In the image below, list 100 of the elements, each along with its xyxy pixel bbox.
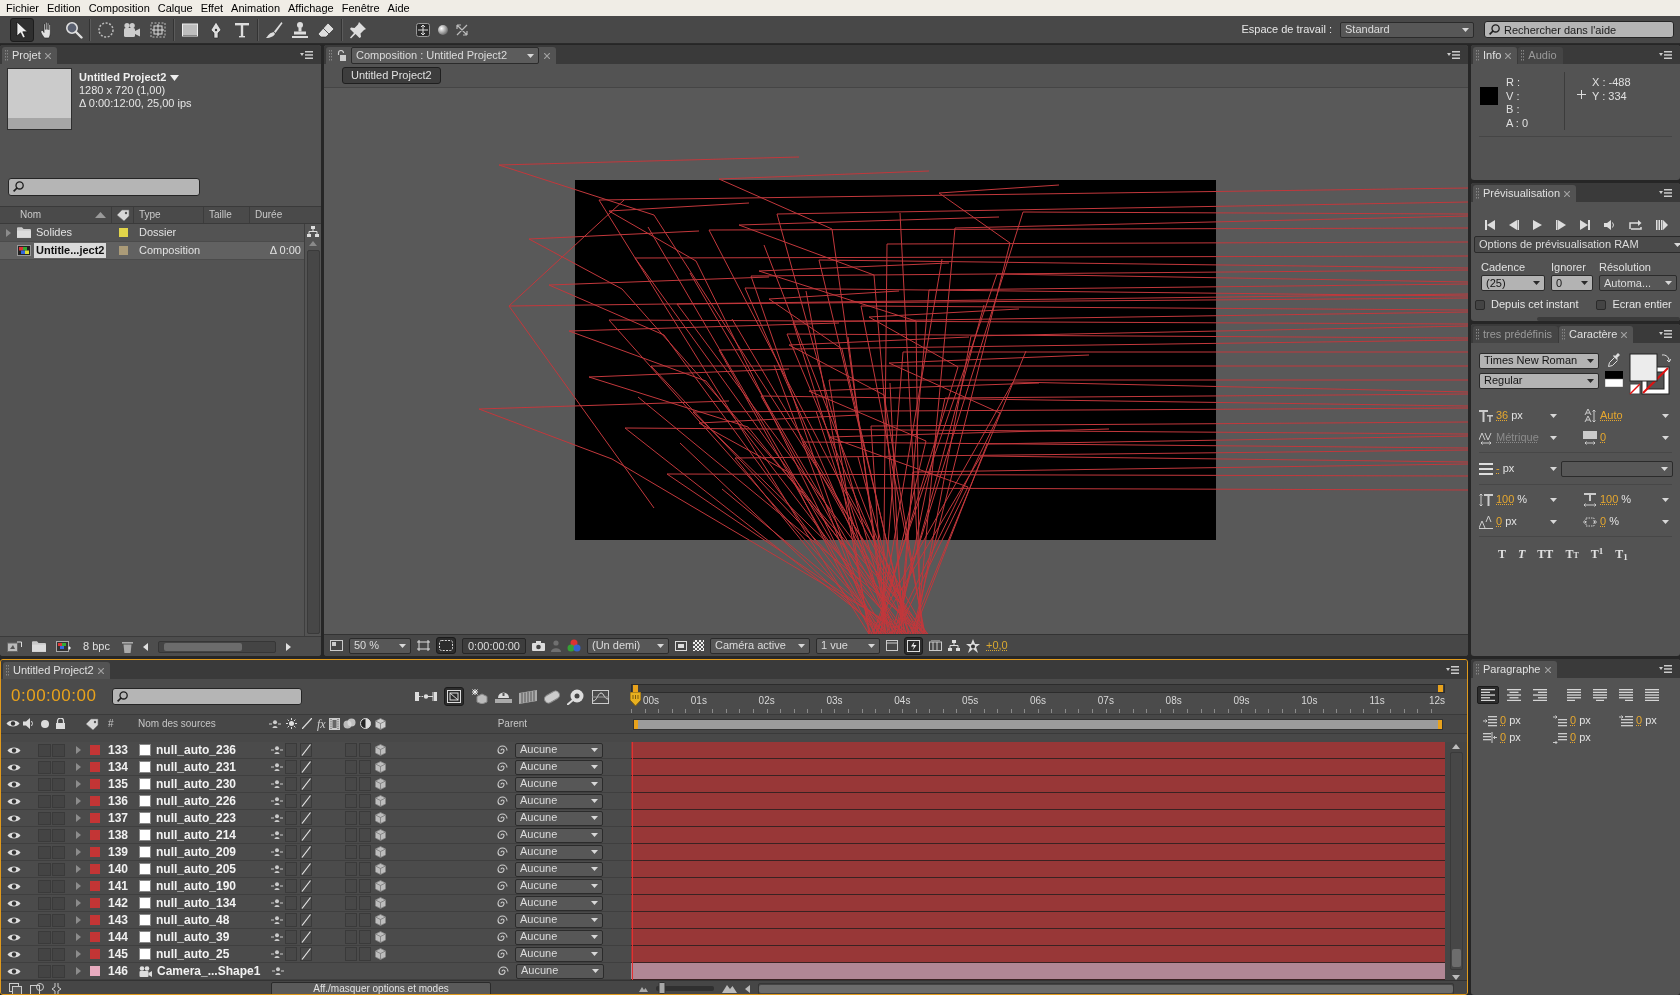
grip-icon[interactable] [1476, 50, 1479, 61]
text-style-button[interactable]: T [1515, 547, 1529, 561]
menu-item[interactable]: Calque [153, 0, 197, 16]
skip-dropdown[interactable]: 0 [1551, 275, 1593, 292]
font-family-dropdown[interactable]: Times New Roman [1479, 353, 1599, 369]
layer-name[interactable]: null_auto_230 [156, 776, 268, 792]
dome-icon[interactable] [495, 690, 512, 703]
eye-icon[interactable] [7, 762, 21, 772]
checkerboard-icon[interactable] [693, 640, 704, 651]
eye-icon[interactable] [7, 864, 21, 874]
pick-whip-icon[interactable] [497, 948, 508, 960]
pick-whip-icon[interactable] [497, 914, 508, 926]
new-folder-icon[interactable] [32, 641, 46, 652]
parent-dropdown[interactable]: Aucune [515, 861, 603, 877]
slash-icon[interactable] [302, 718, 312, 730]
timecode-field[interactable]: 0:00:00:00 [462, 637, 526, 654]
slider-thumb[interactable] [658, 982, 666, 994]
shy-icon[interactable] [271, 797, 283, 805]
scroll-up-icon[interactable] [1452, 744, 1460, 749]
column-header[interactable]: Parent [497, 718, 528, 730]
panel-tab[interactable]: Info [1473, 47, 1518, 64]
cube-icon[interactable] [375, 897, 386, 909]
pick-whip-icon[interactable] [497, 829, 508, 841]
parent-dropdown[interactable]: Aucune [515, 878, 603, 894]
menu-item[interactable]: Composition [84, 0, 154, 16]
expand-triangle-icon[interactable] [76, 831, 81, 839]
pick-whip-icon[interactable] [497, 795, 508, 807]
loop-icon[interactable] [1629, 220, 1642, 231]
column-header[interactable]: Durée [250, 207, 321, 223]
parent-dropdown[interactable]: Aucune [515, 742, 603, 758]
overlapping-circles-icon[interactable] [342, 718, 356, 730]
views-dropdown[interactable]: 1 vue [816, 637, 880, 654]
trash-icon[interactable] [121, 640, 133, 653]
exposure-value[interactable]: +0,0 [986, 638, 1008, 653]
fast-previews-button[interactable] [904, 636, 923, 655]
parent-dropdown[interactable]: Aucune [515, 810, 603, 826]
parent-dropdown[interactable]: Aucune [515, 895, 603, 911]
small-mountain-icon[interactable] [639, 985, 648, 992]
text-style-button[interactable]: TT [1534, 547, 1557, 561]
panel-menu-icon[interactable] [1659, 188, 1672, 197]
lock-icon[interactable] [56, 718, 65, 730]
menu-item[interactable]: Affichage [284, 0, 338, 16]
horizontal-scrollbar[interactable] [758, 982, 1454, 994]
layer-name[interactable]: null_auto_39 [156, 929, 268, 945]
skip-end-icon[interactable] [1580, 220, 1590, 231]
vertical-scrollbar[interactable] [306, 250, 320, 634]
sun-icon[interactable] [286, 718, 297, 730]
column-header[interactable]: # [108, 718, 138, 730]
panel-menu-icon[interactable] [1659, 329, 1672, 338]
panel-menu-icon[interactable] [1446, 665, 1459, 674]
expand-triangle-icon[interactable] [76, 882, 81, 890]
layer-name[interactable]: null_auto_25 [156, 946, 268, 962]
value-field[interactable]: 0 [1600, 431, 1607, 445]
cube-icon[interactable] [375, 778, 386, 790]
value-field[interactable]: 0 [1570, 714, 1577, 728]
eye-icon[interactable] [6, 719, 20, 729]
shy-icon[interactable] [271, 814, 283, 822]
dropdown-triangle-icon[interactable] [170, 74, 180, 81]
step-back-icon[interactable] [1509, 220, 1519, 231]
shy-icon[interactable] [271, 950, 283, 958]
label-color-icon[interactable] [90, 898, 100, 908]
shy-icon[interactable] [271, 916, 283, 924]
shy-icon[interactable] [271, 848, 283, 856]
quality-slash-icon[interactable] [300, 947, 312, 961]
layer-name[interactable]: null_auto_134 [156, 895, 268, 911]
camera-dropdown[interactable]: Caméra active [710, 637, 810, 654]
shy-icon[interactable] [271, 780, 283, 788]
default-colors-icon[interactable] [1605, 371, 1623, 387]
layer-name[interactable]: null_auto_48 [156, 912, 268, 928]
work-area-bar[interactable] [633, 718, 1443, 730]
text-style-button[interactable]: T [1495, 547, 1509, 561]
snapshot-camera-icon[interactable] [532, 640, 545, 651]
grid-frame-icon[interactable] [886, 640, 898, 651]
panel-tab[interactable]: Prévisualisation [1473, 185, 1577, 202]
work-area-handle-icon[interactable] [1438, 719, 1442, 729]
sphere-icon[interactable] [438, 24, 448, 35]
value-field[interactable]: 0 [1570, 731, 1577, 745]
navigator-handle-icon[interactable] [633, 685, 638, 692]
project-search-field[interactable] [8, 178, 200, 196]
layer-name[interactable]: null_auto_205 [156, 861, 268, 877]
eye-icon[interactable] [7, 898, 21, 908]
film-grid-icon[interactable] [519, 689, 537, 704]
parent-dropdown[interactable]: Aucune [515, 946, 603, 962]
checkbox[interactable] [1475, 299, 1485, 310]
quality-slash-icon[interactable] [300, 896, 312, 910]
quality-slash-icon[interactable] [300, 845, 312, 859]
boxed-arrows-icon[interactable] [416, 22, 430, 37]
menu-item[interactable]: Fenêtre [337, 0, 384, 16]
close-icon[interactable] [97, 667, 104, 674]
resolution-dropdown[interactable]: Automa... [1599, 275, 1677, 292]
panel-tab[interactable]: Caractère [1559, 326, 1634, 343]
timeline-icon[interactable] [929, 640, 942, 651]
text-style-button[interactable]: T$^{1}$ [1587, 547, 1607, 561]
nodes-icon[interactable] [415, 691, 437, 702]
shy-icon[interactable] [269, 720, 281, 728]
parent-dropdown[interactable]: Aucune [515, 827, 603, 843]
close-icon[interactable] [1544, 666, 1551, 673]
parent-dropdown[interactable]: Aucune [515, 793, 603, 809]
layer-name[interactable]: null_auto_226 [156, 793, 268, 809]
panel-menu-icon[interactable] [1447, 50, 1460, 59]
